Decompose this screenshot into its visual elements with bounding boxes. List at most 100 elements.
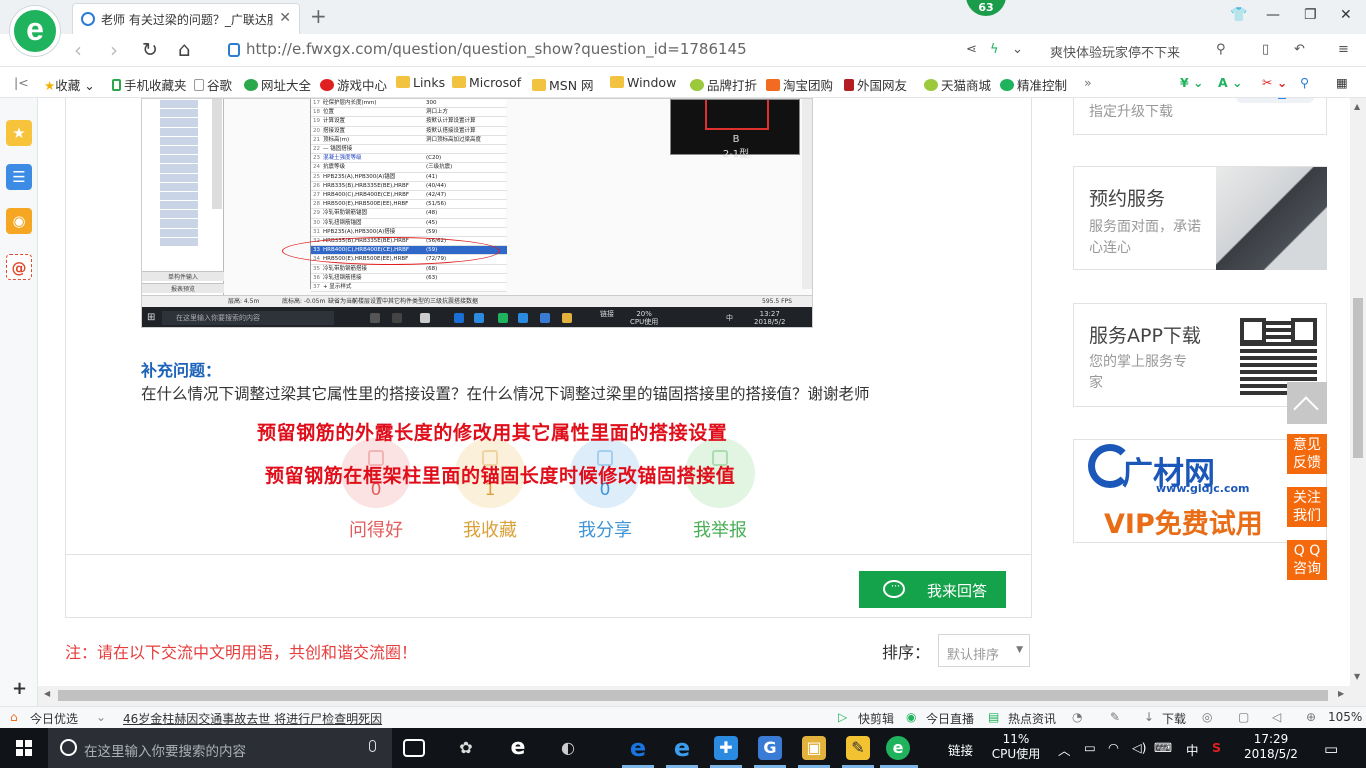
bookmark-foreign[interactable]: 外国网友 xyxy=(844,75,907,94)
page-horizontal-scrollbar[interactable]: ◀ ▶ xyxy=(38,686,1366,706)
chevron-down-icon[interactable]: ⌄ xyxy=(96,710,106,724)
grid-row[interactable]: 27 HRB400(C),HRB400E(CE),HRBF (42/47) xyxy=(311,191,507,201)
clock[interactable]: 17:29 2018/5/2 xyxy=(1244,732,1298,762)
grid-row[interactable]: 18 位置 洞口上方 xyxy=(311,108,507,118)
grid-row[interactable]: 24 抗震等级 (三级抗震) xyxy=(311,163,507,173)
weibo-icon[interactable]: ◉ xyxy=(6,208,32,234)
bookmark-discount[interactable]: 品牌打折 xyxy=(690,75,757,94)
action-share[interactable]: 0 我分享 xyxy=(560,438,650,542)
scroll-thumb[interactable] xyxy=(1353,298,1363,458)
close-window-icon[interactable]: ✕ xyxy=(1340,7,1352,23)
zoom-icon[interactable]: ⊕ xyxy=(1306,710,1316,724)
collapse-sidebar-icon[interactable]: |< xyxy=(14,75,29,90)
browser-tab[interactable]: 老师 有关过梁的问题？_广联达服 ✕ xyxy=(72,3,300,34)
sogou-ime-icon[interactable]: S xyxy=(1212,740,1221,755)
task-view-icon[interactable] xyxy=(403,739,425,757)
notification-center-icon[interactable]: ▭ xyxy=(1324,740,1338,758)
fan-app-icon[interactable]: ✿ xyxy=(454,736,478,760)
menu-icon[interactable]: ≡ xyxy=(1338,42,1349,57)
grid-row[interactable]: 21 顶标高(m) 洞口顶标高加过梁高度 xyxy=(311,136,507,145)
restore-icon[interactable]: ❐ xyxy=(1304,7,1317,23)
grid-icon[interactable]: ▦ xyxy=(1336,75,1348,90)
clean-icon[interactable]: ◎ xyxy=(1202,710,1212,724)
cpu-meter[interactable]: 11% CPU使用 xyxy=(986,732,1046,762)
grid-row[interactable]: 25 HPB235(A),HPB300(A)锚固 (41) xyxy=(311,173,507,182)
grid-row[interactable]: 31 HPB235(A),HPB300(A)搭接 (59) xyxy=(311,228,507,237)
promo-text[interactable]: 爽快体验玩家停不下来 xyxy=(1050,42,1180,61)
wifi-icon[interactable]: ◠ xyxy=(1108,740,1119,755)
address-bar[interactable]: http://e.fwxgx.com/question/question_sho… xyxy=(246,40,747,58)
grid-row[interactable]: 20 搭接设置 按默认搭接设置计算 xyxy=(311,127,507,136)
keyboard-icon[interactable]: ⌨ xyxy=(1154,740,1172,755)
volume-icon[interactable]: ◁) xyxy=(1132,740,1147,755)
ie-blue-icon[interactable]: e xyxy=(626,736,650,760)
more-bookmarks-icon[interactable]: » xyxy=(1084,75,1092,90)
translate-icon[interactable]: A ⌄ xyxy=(1218,75,1243,90)
windows-start-icon[interactable] xyxy=(16,740,32,756)
grid-row[interactable]: 19 计算设置 按默认计算设置计算 xyxy=(311,117,507,127)
taskbar-search-box[interactable]: 在这里输入你要搜索的内容 xyxy=(48,728,392,768)
chevron-up-icon[interactable]: ︿ xyxy=(1058,740,1071,759)
security-shield-icon[interactable] xyxy=(228,43,240,57)
phone-icon[interactable]: ▯ xyxy=(1262,42,1269,57)
scroll-left-icon[interactable]: ◀ xyxy=(44,689,50,698)
input-language[interactable]: 中 xyxy=(1186,740,1199,759)
chevron-down-icon[interactable]: ⌄ xyxy=(1012,42,1023,57)
speed-icon[interactable]: ◔ xyxy=(1072,710,1082,724)
question-screenshot[interactable]: 单构件输入 报表预览 17 砼保护层内长度(mm) 300 18 位置 洞口上方 19 计算设… xyxy=(141,98,813,328)
grid-row[interactable]: 23 混凝土强度等级 (C20) xyxy=(311,154,507,164)
scroll-down-icon[interactable]: ▼ xyxy=(1354,672,1360,681)
add-sidebar-icon[interactable]: + xyxy=(12,678,27,699)
swirl-app-icon[interactable]: ◐ xyxy=(556,736,580,760)
battery-icon[interactable]: ▭ xyxy=(1084,740,1096,755)
minimize-icon[interactable]: — xyxy=(1266,7,1280,23)
grid-row[interactable]: 26 HRB335(B),HRB335E(BE),HRBF (40/44) xyxy=(311,182,507,191)
hot-news-link[interactable]: 热点资讯 xyxy=(1008,710,1056,727)
action-report[interactable]: 我举报 xyxy=(675,438,765,542)
shirt-skin-icon[interactable]: 👕 xyxy=(1230,7,1247,23)
email-icon[interactable]: @ xyxy=(6,254,32,280)
feedback-button[interactable]: 意见反馈 xyxy=(1287,434,1327,474)
notification-badge[interactable]: 63 xyxy=(966,0,1006,16)
back-icon[interactable]: ‹ xyxy=(74,38,82,62)
bookmark-google[interactable]: 谷歌 xyxy=(194,75,232,94)
bookmark-games[interactable]: 游戏中心 xyxy=(320,75,387,94)
mute-icon[interactable]: ◁ xyxy=(1272,710,1281,724)
quick-edit-link[interactable]: 快剪辑 xyxy=(858,710,894,727)
bookmark-msn[interactable]: MSN 网 xyxy=(532,75,594,94)
qq-consult-button[interactable]: Q Q咨询 xyxy=(1287,540,1327,580)
ie-icon[interactable]: e xyxy=(670,736,694,760)
magnifier-icon[interactable]: ⚲ xyxy=(1300,75,1309,90)
close-tab-icon[interactable]: ✕ xyxy=(279,10,291,26)
home-icon[interactable]: ⌂ xyxy=(178,37,191,61)
answer-button[interactable]: 我来回答 xyxy=(859,571,1006,608)
back-to-top-button[interactable] xyxy=(1287,382,1327,424)
bookmark-precise[interactable]: 精准控制 xyxy=(1000,75,1067,94)
grid-row[interactable]: 30 冷轧扭钢筋锚固 (45) xyxy=(311,219,507,228)
browser-2345-icon[interactable]: e xyxy=(886,736,910,760)
bookmark-tmall[interactable]: 天猫商城 xyxy=(924,75,991,94)
action-good-question[interactable]: 0 问得好 xyxy=(331,438,421,542)
grid-row[interactable]: 37 + 显示样式 xyxy=(311,283,507,293)
refresh-icon[interactable]: ↻ xyxy=(142,39,158,61)
appointment-service-card[interactable]: 预约服务 服务面对面，承诺心连心 xyxy=(1073,166,1327,270)
download-link[interactable]: 下载 xyxy=(1162,710,1186,727)
follow-us-button[interactable]: 关注我们 xyxy=(1287,487,1327,527)
bookmark-favorites[interactable]: ★收藏 ⌄ xyxy=(44,75,95,94)
grid-row[interactable]: 17 砼保护层内长度(mm) 300 xyxy=(311,99,507,109)
browser-logo-icon[interactable] xyxy=(10,6,60,56)
upgrade-download-card[interactable]: 指定升级下载 xyxy=(1073,98,1327,135)
notepad-icon[interactable]: ✎ xyxy=(846,736,870,760)
bookmark-taobao[interactable]: 淘宝团购 xyxy=(766,75,833,94)
bookmark-microsoft[interactable]: Microsof xyxy=(452,75,521,90)
new-tab-icon[interactable]: + xyxy=(310,4,327,28)
favorites-star-icon[interactable]: ★ xyxy=(6,120,32,146)
blue-square-app-icon[interactable]: ▣ xyxy=(802,736,826,760)
undo-icon[interactable]: ↶ xyxy=(1294,42,1305,57)
bookmark-mobile[interactable]: 手机收藏夹 xyxy=(112,75,187,94)
bookmark-links[interactable]: Links xyxy=(396,75,445,90)
grid-row[interactable]: 29 冷轧带肋钢筋锚固 (48) xyxy=(311,209,507,219)
window-icon[interactable]: ▢ xyxy=(1238,710,1249,724)
tray-link[interactable]: 链接 xyxy=(948,740,973,759)
today-live-link[interactable]: 今日直播 xyxy=(926,710,974,727)
